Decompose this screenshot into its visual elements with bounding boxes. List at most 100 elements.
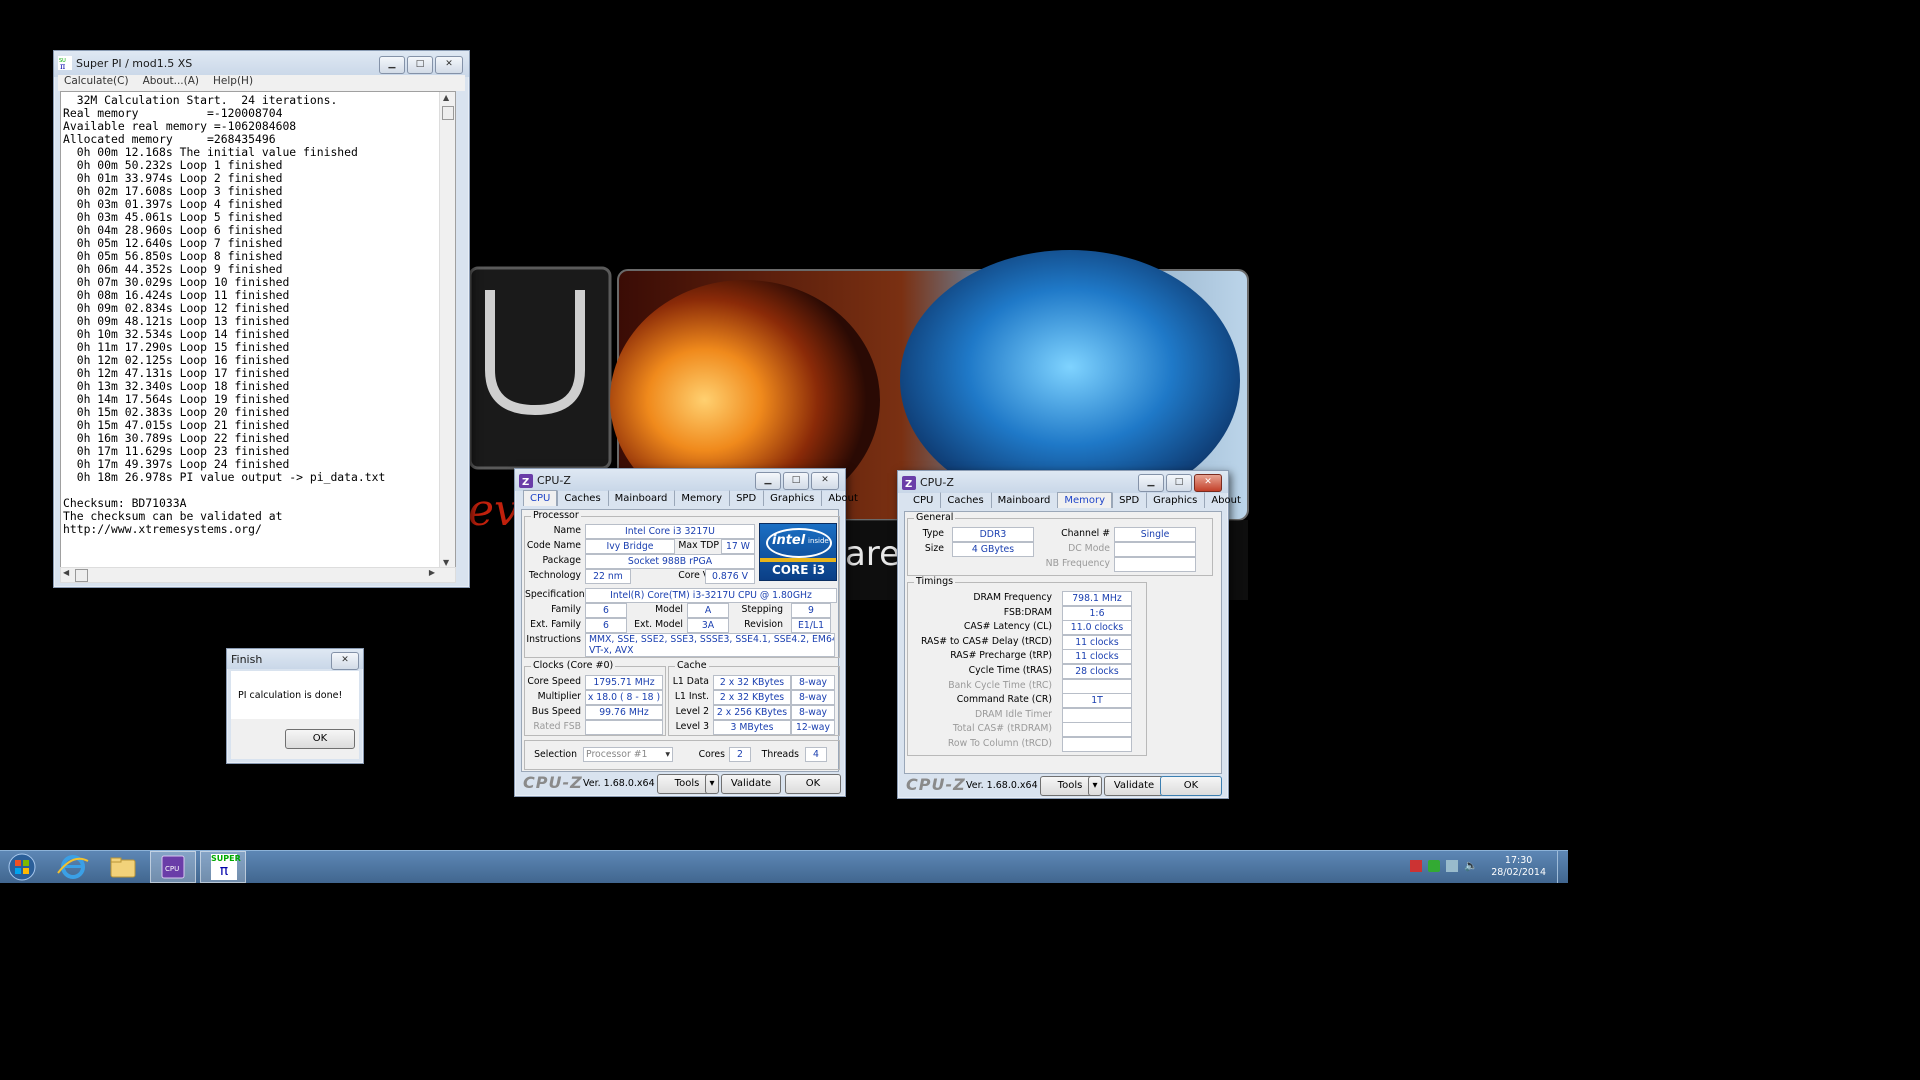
superpi-window: SU π Super PI / mod1.5 XS ▁ □ ✕ Calculate… [53,50,470,588]
start-button[interactable] [0,851,46,883]
cpuz-footer: CPU-Z Ver. 1.68.0.x64 Tools ▾ Validate O… [521,772,841,794]
timing-label: Command Rate (CR) [956,694,1052,706]
version-text: Ver. 1.68.0.x64 [966,780,1038,791]
tab-memory[interactable]: Memory [1057,492,1113,508]
scroll-right-icon[interactable]: ▶ [429,568,435,577]
internet-explorer-icon [57,855,89,879]
horizontal-scrollbar[interactable]: ◀ ▶ [60,567,456,583]
family-label: Family [551,604,581,615]
tab-cpu[interactable]: CPU [906,492,940,508]
superpi-menubar: Calculate(C) About...(A) Help(H) [58,75,465,91]
finish-body: PI calculation is done! OK [231,671,359,759]
tab-mainboard[interactable]: Mainboard [607,490,675,506]
show-desktop-button[interactable] [1557,851,1568,883]
close-button[interactable]: ✕ [811,472,839,490]
menu-about[interactable]: About...(A) [143,75,199,91]
menu-help[interactable]: Help(H) [213,75,253,91]
validate-button[interactable]: Validate [721,774,781,794]
tab-memory[interactable]: Memory [674,490,729,506]
taskbar-clock[interactable]: 17:30 28/02/2014 [1491,855,1546,879]
corespeed-value: 1795.71 MHz [585,675,663,690]
superpi-titlebar[interactable]: SU π Super PI / mod1.5 XS ▁ □ ✕ [54,51,469,77]
level2-label: Level 2 [675,706,709,717]
tab-caches[interactable]: Caches [940,492,990,508]
maximize-button[interactable]: □ [407,56,433,74]
extmodel-label: Ext. Model [634,619,683,630]
tab-graphics[interactable]: Graphics [763,490,821,506]
timing-label: FSB:DRAM [1003,606,1052,618]
minimize-button[interactable]: ▁ [379,56,405,74]
instructions-value: MMX, SSE, SSE2, SSE3, SSSE3, SSE4.1, SSE… [585,633,835,657]
cpuz-tabs: CPU Caches Mainboard Memory SPD Graphics… [523,490,865,506]
l1data-way: 8-way [791,675,835,690]
svg-text:Z: Z [905,479,912,490]
scroll-thumb[interactable] [442,106,454,120]
cpuz-logo: CPU-Z [523,773,583,792]
cpuz-titlebar[interactable]: Z CPU-Z ▁ □ ✕ [515,469,845,491]
ok-button[interactable]: OK [285,729,355,749]
cache-group: Cache L1 Data 2 x 32 KBytes 8-way L1 Ins… [668,660,840,736]
version-text: Ver. 1.68.0.x64 [583,778,655,789]
l1inst-label: L1 Inst. [674,691,709,702]
timing-value: 11 clocks [1062,634,1132,650]
codename-label: Code Name [526,540,581,551]
ok-button[interactable]: OK [785,774,841,794]
flag-icon[interactable] [1410,860,1422,872]
close-button[interactable]: ✕ [1194,474,1222,492]
tools-dropdown-icon[interactable]: ▾ [1088,776,1102,796]
taskbar-cpuz[interactable]: CPU [150,851,196,883]
selection-group: Selection Processor #1 ▾ Cores 2 Threads… [524,740,840,770]
stepping-value: 9 [791,603,831,618]
extmodel-value: 3A [687,618,729,633]
tab-mainboard[interactable]: Mainboard [990,492,1058,508]
tab-about[interactable]: About [821,490,865,506]
cores-value: 2 [729,747,751,762]
banner-letters: ev [468,485,519,536]
cpuz-logo: CPU-Z [906,775,966,794]
close-button[interactable]: ✕ [331,652,359,670]
tools-dropdown-icon[interactable]: ▾ [705,774,719,794]
package-value: Socket 988B rPGA [585,554,755,569]
taskbar-explorer[interactable] [100,851,146,883]
vertical-scrollbar[interactable]: ▲ ▼ [439,92,455,568]
tab-spd[interactable]: SPD [1112,492,1146,508]
memory-panel: General Type DDR3 Size 4 GBytes Channel … [904,511,1222,774]
tab-cpu[interactable]: CPU [523,490,558,506]
taskbar-internet-explorer[interactable] [50,851,96,883]
scroll-up-icon[interactable]: ▲ [443,93,449,102]
cpuz-tabs: CPU Caches Mainboard Memory SPD Graphics… [906,492,1248,508]
nbfreq-label: NB Frequency [1045,558,1110,569]
tab-caches[interactable]: Caches [557,490,607,506]
cpuz-titlebar[interactable]: Z CPU-Z ▁ □ ✕ [898,471,1228,493]
pi-glyph: π [219,863,229,879]
menu-calculate[interactable]: Calculate(C) [64,75,129,91]
tab-graphics[interactable]: Graphics [1146,492,1204,508]
volume-icon[interactable]: 🔈 [1464,860,1478,872]
timing-value: 11.0 clocks [1062,620,1132,636]
timing-value [1062,707,1132,723]
scroll-left-icon[interactable]: ◀ [63,568,69,577]
finish-titlebar[interactable]: Finish ✕ [227,649,363,670]
network-icon[interactable] [1446,860,1458,872]
validate-button[interactable]: Validate [1104,776,1164,796]
size-value: 4 GBytes [952,542,1034,557]
scroll-down-icon[interactable]: ▼ [443,558,449,567]
instructions-label: Instructions [526,634,581,645]
tab-spd[interactable]: SPD [729,490,763,506]
hscroll-thumb[interactable] [75,569,88,582]
close-button[interactable]: ✕ [435,56,463,74]
level3-size: 3 MBytes [713,720,791,735]
minimize-button[interactable]: ▁ [755,472,781,490]
cpuz-title: CPU-Z [537,474,571,487]
ok-button[interactable]: OK [1160,776,1222,796]
superpi-output[interactable]: 32M Calculation Start. 24 iterations. Re… [60,91,456,569]
tab-about[interactable]: About [1204,492,1248,508]
processor-select[interactable]: Processor #1 ▾ [583,747,673,762]
minimize-button[interactable]: ▁ [1138,474,1164,492]
stepping-label: Stepping [741,604,783,615]
security-icon[interactable] [1428,860,1440,872]
maximize-button[interactable]: □ [783,472,809,490]
tools-label: Tools [674,778,700,789]
taskbar-superpi[interactable]: SUPER π [200,851,246,883]
maximize-button[interactable]: □ [1166,474,1192,492]
